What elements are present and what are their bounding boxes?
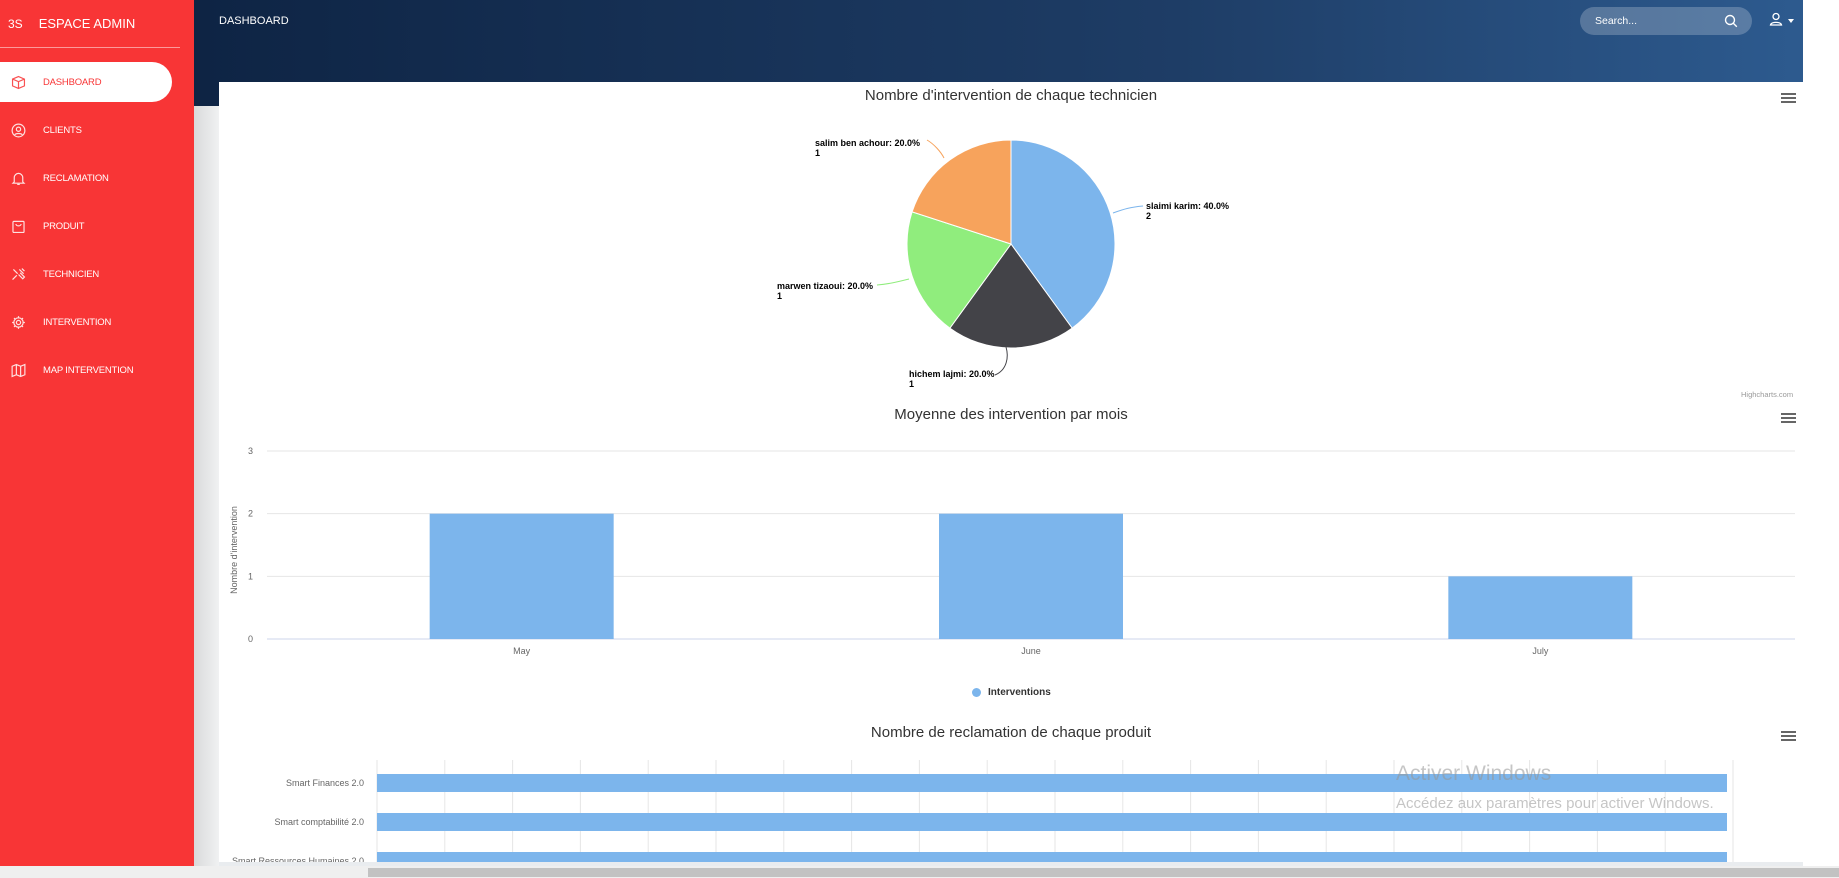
search-icon[interactable] (1724, 14, 1738, 31)
search-placeholder: Search... (1595, 15, 1638, 27)
brand-mini: 3S (8, 16, 23, 31)
gear-icon (10, 314, 27, 331)
sidebar-item-intervention[interactable]: INTERVENTION (0, 302, 172, 342)
chart-menu-icon[interactable] (1781, 731, 1796, 742)
pie-label-value: 1 (815, 148, 821, 158)
sidebar-item-label: PRODUIT (43, 220, 85, 232)
box-icon (10, 74, 27, 91)
pie-label-marwen-tizaoui: marwen tizaoui: 20.0% 1 (777, 281, 873, 301)
tools-icon (10, 266, 27, 283)
pie-label-slaimi-karim: slaimi karim: 40.0% 2 (1146, 201, 1229, 221)
horizontal-bar[interactable] (377, 852, 1727, 862)
pie-label-value: 2 (1146, 211, 1152, 221)
sidebar-item-label: CLIENTS (43, 124, 82, 136)
user-circle-icon (10, 122, 27, 139)
y-tick-label: 0 (248, 634, 253, 644)
category-label: Smart Ressources Humaines 2.0 (232, 856, 364, 862)
bell-icon (10, 170, 27, 187)
pie-label-salim-ben-achour: salim ben achour: 20.0% 1 (815, 138, 920, 158)
y-tick-label: 1 (248, 571, 253, 581)
y-tick-label: 2 (248, 509, 253, 519)
search-input[interactable]: Search... (1580, 7, 1752, 35)
map-icon (10, 362, 27, 379)
pie-label-name: hichem lajmi: 20.0% (909, 369, 995, 379)
pie-label-value: 1 (777, 291, 783, 301)
brand[interactable]: 3S ESPACE ADMIN (0, 0, 180, 48)
sidebar-item-map-intervention[interactable]: MAP INTERVENTION (0, 350, 172, 390)
sidebar-item-technicien[interactable]: TECHNICIEN (0, 254, 172, 294)
sidebar-item-label: RECLAMATION (43, 172, 109, 184)
x-tick-label: July (1532, 646, 1549, 656)
column-bar[interactable] (429, 513, 614, 639)
brand-title: ESPACE ADMIN (38, 16, 136, 31)
x-tick-label: May (513, 646, 531, 656)
chart-legend-item[interactable]: Interventions (972, 687, 1051, 698)
sidebar-item-label: DASHBOARD (43, 76, 102, 88)
pie-connector (994, 346, 1008, 376)
page-title: DASHBOARD (219, 15, 289, 27)
pie-label-hichem-lajmi: hichem lajmi: 20.0% 1 (909, 369, 995, 389)
column-chart: 0 1 2 3 May June July Nombre d'intervention (229, 446, 1795, 656)
y-axis-label: Nombre d'intervention (229, 506, 239, 594)
right-edge (1803, 0, 1839, 866)
category-label: Smart comptabilité 2.0 (274, 817, 364, 827)
sidebar-item-reclamation[interactable]: RECLAMATION (0, 158, 172, 198)
sidebar-item-dashboard[interactable]: DASHBOARD (0, 62, 172, 102)
pie-label-name: marwen tizaoui: 20.0% (777, 281, 874, 291)
horizontal-bar[interactable] (377, 813, 1727, 831)
highcharts-credits[interactable]: Highcharts.com (1741, 390, 1793, 399)
pie-connector (876, 278, 910, 286)
sidebar-item-label: MAP INTERVENTION (43, 364, 134, 376)
scrollbar-thumb[interactable] (368, 868, 1839, 877)
pie-label-name: salim ben achour: 20.0% (815, 138, 921, 148)
user-menu[interactable] (1769, 12, 1794, 29)
pie-chart (876, 139, 1144, 376)
windows-activation-text: Accédez aux paramètres pour activer Wind… (1396, 795, 1714, 812)
sidebar-nav: DASHBOARD CLIENTS RECLAMATION PRODUIT TE… (0, 62, 194, 390)
pie-connector (1112, 205, 1144, 214)
column-bar[interactable] (939, 513, 1123, 639)
caret-down-icon (1788, 15, 1794, 26)
chart-menu-icon[interactable] (1781, 413, 1796, 424)
windows-activation-title: Activer Windows (1396, 762, 1552, 785)
pie-label-name: slaimi karim: 40.0% (1146, 201, 1230, 211)
legend-marker (972, 688, 981, 697)
bag-icon (10, 218, 27, 235)
column-bar[interactable] (1448, 576, 1633, 639)
content-gutter (194, 106, 219, 866)
y-tick-label: 3 (248, 446, 253, 456)
bar-chart-title: Nombre de reclamation de chaque produit (870, 724, 1152, 741)
sidebar: 3S ESPACE ADMIN DASHBOARD CLIENTS RECLAM… (0, 0, 194, 878)
sidebar-item-label: INTERVENTION (43, 316, 112, 328)
sidebar-item-produit[interactable]: PRODUIT (0, 206, 172, 246)
pie-connector (926, 139, 945, 159)
x-tick-label: June (1021, 646, 1041, 656)
horizontal-scrollbar[interactable] (0, 866, 1839, 878)
dashboard-panel: Nombre d'intervention de chaque technici… (219, 82, 1803, 862)
sidebar-item-clients[interactable]: CLIENTS (0, 110, 172, 150)
sidebar-item-label: TECHNICIEN (43, 268, 100, 280)
column-chart-title: Moyenne des intervention par mois (894, 406, 1128, 423)
legend-label: Interventions (988, 687, 1051, 698)
user-icon (1769, 12, 1783, 29)
category-label: Smart Finances 2.0 (286, 778, 364, 788)
pie-label-value: 1 (909, 379, 915, 389)
